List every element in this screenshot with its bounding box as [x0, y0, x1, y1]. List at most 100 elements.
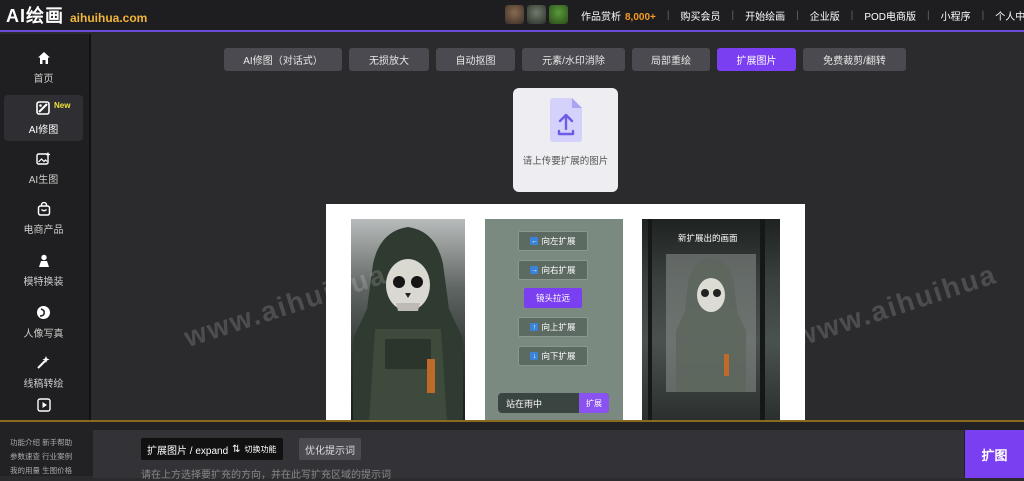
demo-button-label: 向右扩展	[541, 265, 576, 275]
sidebar-item-label: 人像写真	[23, 328, 64, 340]
nav-separator: |	[926, 9, 930, 21]
upload-label: 请上传要扩展的图片	[522, 156, 609, 167]
demo-button-label: 向上扩展	[541, 322, 576, 332]
demo-button-label: 向下扩展	[541, 351, 576, 361]
footer-link[interactable]: 我的用量	[10, 466, 40, 475]
nav-gallery[interactable]: 作品赏析 8,000+	[581, 8, 656, 23]
mode-label: 扩展图片 / expand	[147, 445, 229, 457]
nav-separator: |	[731, 9, 735, 21]
nav-start-drawing[interactable]: 开始绘画	[745, 8, 785, 23]
demo-result-label: 新扩展出的画面	[678, 233, 738, 243]
demo-original-image	[351, 219, 465, 422]
tool-tabs: AI修图（对话式） 无损放大 自动抠图 元素/水印消除 局部重绘 扩展图片 免费…	[224, 48, 906, 71]
sidebar-item-label: AI生图	[28, 174, 59, 186]
footer-link[interactable]: 功能介绍	[10, 438, 40, 447]
sidebar-item-ai-generate[interactable]: AI生图	[4, 145, 83, 191]
prompt-input[interactable]: 请在上方选择要扩充的方向，并在此写扩充区域的提示词	[141, 466, 391, 481]
demo-expand-up-button: ↑ 向上扩展	[518, 317, 588, 337]
sidebar-item-label: 首页	[33, 73, 54, 85]
demo-button-label: 镜头拉远	[535, 293, 570, 303]
demo-direction-panel: ← 向左扩展 → 向右扩展 镜头拉远 ↑ 向上扩展 ↓ 向下扩展 站在雨中 扩展	[485, 219, 623, 422]
demo-expand-right-button: → 向右扩展	[518, 260, 588, 280]
expanded-scene-image	[648, 219, 765, 422]
demo-zoom-out-button: 镜头拉远	[524, 288, 582, 308]
home-icon	[36, 50, 52, 66]
gallery-thumb[interactable]	[549, 5, 568, 24]
demo-prompt-button: 扩展	[579, 393, 609, 413]
expand-demo-illustration: ← 向左扩展 → 向右扩展 镜头拉远 ↑ 向上扩展 ↓ 向下扩展 站在雨中 扩展 新扩展…	[326, 204, 805, 422]
prompt-area: 扩展图片 / expand ⇅ 切换功能 优化提示词 请在上方选择要扩充的方向，…	[93, 430, 964, 481]
nav-separator: |	[796, 9, 799, 21]
sidebar-item-label: 线稿转绘	[23, 378, 64, 390]
upload-file-icon	[548, 97, 584, 143]
demo-expand-down-button: ↓ 向下扩展	[518, 346, 588, 366]
top-bar: AI绘画 aihuihua.com 作品赏析 8,000+ | 购买会员 | 开始…	[0, 0, 1024, 32]
tab-crop-flip[interactable]: 免费裁剪/翻转	[803, 48, 906, 71]
nav-buy-membership[interactable]: 购买会员	[680, 8, 720, 23]
gallery-thumb[interactable]	[505, 5, 524, 24]
nav-separator: |	[981, 9, 985, 21]
tab-expand-image[interactable]: 扩展图片	[717, 48, 796, 71]
gallery-count: 8,000+	[625, 11, 656, 23]
demo-expanded-image: 新扩展出的画面	[642, 219, 780, 422]
demo-button-label: 向左扩展	[541, 236, 576, 246]
logo[interactable]: AI绘画 aihuihua.com	[0, 2, 147, 28]
image-plus-icon	[36, 151, 52, 167]
video-icon	[36, 397, 52, 413]
arrow-left-icon: ←	[530, 237, 539, 245]
portrait-icon	[36, 305, 52, 321]
demo-prompt-text: 站在雨中	[506, 398, 543, 409]
nav-profile[interactable]: 个人中心	[995, 8, 1024, 23]
sidebar-item-lineart[interactable]: 线稿转绘	[4, 349, 83, 395]
footer-link[interactable]: 新手帮助	[42, 438, 72, 447]
upload-dropzone[interactable]: 请上传要扩展的图片	[513, 88, 618, 192]
skull-soldier-image	[353, 227, 463, 422]
optimize-prompt-button[interactable]: 优化提示词	[299, 438, 361, 460]
sidebar: 首页 New AI修图 AI生图 电商产品 模特换装 人像写真 线稿转绘	[0, 34, 91, 420]
nav-mini-program[interactable]: 小程序	[941, 8, 971, 23]
arrow-right-icon: →	[530, 266, 539, 274]
expand-submit-button[interactable]: 扩图	[965, 430, 1024, 478]
swap-icon: ⇅	[232, 443, 241, 455]
nav-separator: |	[850, 9, 854, 21]
footer-link[interactable]: 生图价格	[42, 466, 72, 475]
gallery-thumb[interactable]	[527, 5, 546, 24]
nav-separator: |	[666, 9, 670, 21]
demo-prompt-box: 站在雨中 扩展	[498, 393, 609, 413]
footer-link[interactable]: 参数速查	[10, 452, 40, 461]
person-icon	[36, 253, 52, 269]
logo-text: AI绘画	[6, 6, 64, 26]
sidebar-item-video[interactable]	[4, 394, 83, 420]
footer-link[interactable]: 行业案例	[42, 452, 72, 461]
footer-links: 功能介绍 新手帮助 参数速查 行业案例 我的用量 生图价格	[10, 436, 90, 478]
sidebar-item-model-outfit[interactable]: 模特换装	[4, 247, 83, 293]
gallery-thumbnails	[505, 5, 568, 24]
sidebar-item-label: 电商产品	[23, 224, 64, 236]
watermark: www.aihuihua	[790, 258, 1001, 353]
logo-domain: aihuihua.com	[70, 11, 148, 25]
nav-enterprise[interactable]: 企业版	[810, 8, 840, 23]
tab-lossless-upscale[interactable]: 无损放大	[349, 48, 429, 71]
arrow-up-icon: ↑	[530, 323, 539, 331]
sidebar-item-portrait[interactable]: 人像写真	[4, 299, 83, 345]
mode-switch-label: 切换功能	[244, 444, 277, 454]
nav-gallery-label: 作品赏析	[581, 11, 621, 23]
arrow-down-icon: ↓	[530, 352, 539, 360]
demo-expand-left-button: ← 向左扩展	[518, 231, 588, 251]
mode-switch-button[interactable]: 扩展图片 / expand ⇅ 切换功能	[141, 438, 283, 460]
sidebar-item-home[interactable]: 首页	[4, 44, 83, 90]
tab-inpaint[interactable]: 局部重绘	[632, 48, 710, 71]
sidebar-item-ai-edit[interactable]: New AI修图	[4, 95, 83, 141]
sparkle-icon	[36, 355, 52, 371]
sidebar-item-ecommerce[interactable]: 电商产品	[4, 195, 83, 241]
nav-pod[interactable]: POD电商版	[864, 8, 916, 23]
edit-image-icon	[36, 101, 52, 117]
tab-watermark-remove[interactable]: 元素/水印消除	[522, 48, 625, 71]
shopping-bag-icon	[36, 201, 52, 217]
sidebar-item-label: 模特换装	[23, 276, 64, 288]
tab-auto-cutout[interactable]: 自动抠图	[436, 48, 515, 71]
bottom-panel: 功能介绍 新手帮助 参数速查 行业案例 我的用量 生图价格 扩展图片 / exp…	[0, 420, 1024, 481]
tab-ai-edit-chat[interactable]: AI修图（对话式）	[224, 48, 342, 71]
new-badge: New	[54, 101, 71, 110]
sidebar-item-label: AI修图	[28, 124, 59, 136]
